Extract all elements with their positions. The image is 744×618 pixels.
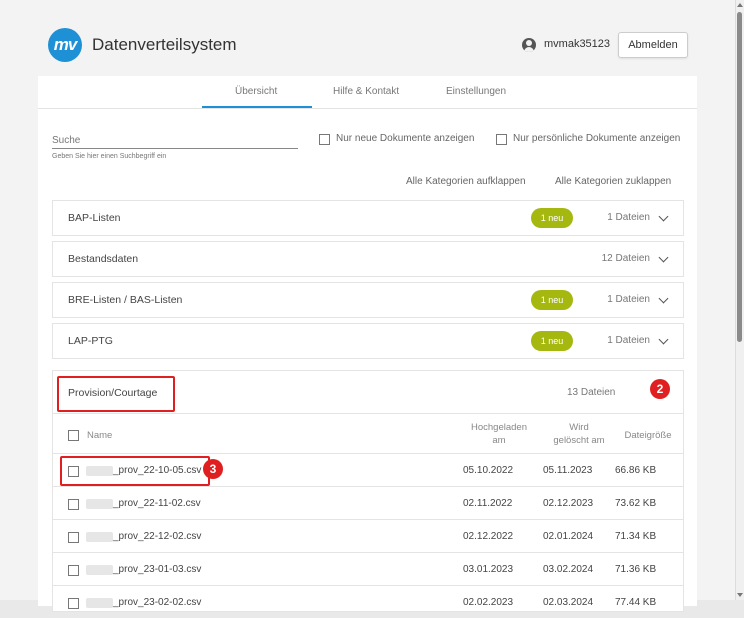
collapse-all-link[interactable]: Alle Kategorien zuklappen xyxy=(555,176,671,187)
scroll-down-arrow-icon[interactable] xyxy=(737,593,743,597)
file-name[interactable]: _prov_22-12-02.csv xyxy=(113,531,201,542)
column-uploaded-line1: Hochgeladen xyxy=(471,422,527,433)
category-label: Provision/Courtage xyxy=(68,387,158,399)
column-deleted-line2: gelöscht am xyxy=(553,435,605,446)
chevron-down-icon[interactable] xyxy=(658,334,669,345)
category-row-bre-bas[interactable]: BRE-Listen / BAS-Listen 1 neu 1 Dateien xyxy=(52,282,684,318)
personal-only-checkbox[interactable] xyxy=(496,134,507,145)
file-name[interactable]: _prov_22-11-02.csv xyxy=(113,498,201,509)
column-size[interactable]: Dateigröße xyxy=(613,429,683,442)
redacted-prefix xyxy=(86,532,113,542)
file-size: 71.36 KB xyxy=(615,564,657,575)
app-title: Datenverteilsystem xyxy=(92,35,237,54)
redacted-prefix xyxy=(86,499,113,509)
new-only-label[interactable]: Nur neue Dokumente anzeigen xyxy=(336,133,474,144)
scrollbar-thumb[interactable] xyxy=(737,12,742,342)
tab-help-contact[interactable]: Hilfe & Kontakt xyxy=(333,86,399,97)
search-hint: Geben Sie hier einen Suchbegriff ein xyxy=(52,153,167,160)
category-row-provision[interactable]: Provision/Courtage 13 Dateien 2 xyxy=(53,371,683,414)
file-count: 1 Dateien xyxy=(607,335,650,346)
table-row[interactable]: _prov_22-12-02.csv 02.12.2022 02.01.2024… xyxy=(53,519,683,552)
column-uploaded[interactable]: Hochgeladen am xyxy=(461,421,537,447)
uploaded-date: 02.11.2022 xyxy=(463,498,513,509)
new-badge: 1 neu xyxy=(531,331,573,351)
tab-bar: Übersicht Hilfe & Kontakt Einstellungen xyxy=(38,76,697,109)
logout-button[interactable]: Abmelden xyxy=(618,32,688,58)
redacted-prefix xyxy=(86,565,113,575)
chevron-down-icon[interactable] xyxy=(658,293,669,304)
table-row[interactable]: _prov_23-01-03.csv 03.01.2023 03.02.2024… xyxy=(53,552,683,585)
file-name[interactable]: _prov_23-02-02.csv xyxy=(113,597,201,608)
deletion-date: 03.02.2024 xyxy=(543,564,594,575)
chevron-down-icon[interactable] xyxy=(658,252,669,263)
new-only-checkbox[interactable] xyxy=(319,134,330,145)
tab-overview[interactable]: Übersicht xyxy=(235,86,277,97)
category-row-bestandsdaten[interactable]: Bestandsdaten 12 Dateien xyxy=(52,241,684,277)
uploaded-date: 05.10.2022 xyxy=(463,465,514,476)
column-uploaded-line2: am xyxy=(492,435,506,446)
file-name[interactable]: _prov_23-01-03.csv xyxy=(113,564,201,575)
chevron-down-icon[interactable] xyxy=(658,211,669,222)
deletion-date: 02.01.2024 xyxy=(543,531,594,542)
table-row[interactable]: _prov_22-11-02.csv 02.11.2022 02.12.2023… xyxy=(53,486,683,519)
main-card: Übersicht Hilfe & Kontakt Einstellungen … xyxy=(38,76,697,612)
uploaded-date: 02.02.2023 xyxy=(463,597,514,608)
file-size: 77.44 KB xyxy=(615,597,657,608)
file-count: 12 Dateien xyxy=(601,253,650,264)
deletion-date: 02.12.2023 xyxy=(543,498,594,509)
column-deleted-line1: Wird xyxy=(569,422,589,433)
file-size: 66.86 KB xyxy=(615,465,657,476)
personal-only-label[interactable]: Nur persönliche Dokumente anzeigen xyxy=(513,133,680,144)
scroll-up-arrow-icon[interactable] xyxy=(737,3,743,7)
category-row-lap-ptg[interactable]: LAP-PTG 1 neu 1 Dateien xyxy=(52,323,684,359)
uploaded-date: 03.01.2023 xyxy=(463,564,514,575)
vertical-scrollbar[interactable] xyxy=(735,0,744,600)
user-icon xyxy=(522,38,536,52)
highlight-box xyxy=(60,456,210,486)
deletion-date: 05.11.2023 xyxy=(543,465,593,476)
mv-logo: mv xyxy=(48,28,82,62)
column-name[interactable]: Name xyxy=(87,429,112,442)
table-row[interactable]: _prov_23-02-02.csv 02.02.2023 02.03.2024… xyxy=(53,585,683,618)
row-checkbox[interactable] xyxy=(68,532,79,543)
deletion-date: 02.03.2024 xyxy=(543,597,594,608)
app-window: mv Datenverteilsystem mvmak35123 Abmelde… xyxy=(0,0,736,612)
category-provision-expanded: Provision/Courtage 13 Dateien 2 Name Hoc… xyxy=(52,370,684,612)
file-count: 1 Dateien xyxy=(607,294,650,305)
username: mvmak35123 xyxy=(544,38,611,50)
category-label: BAP-Listen xyxy=(68,212,121,224)
file-count: 13 Dateien xyxy=(567,387,616,398)
select-all-checkbox[interactable] xyxy=(68,430,79,441)
file-count: 1 Dateien xyxy=(607,212,650,223)
expand-all-link[interactable]: Alle Kategorien aufklappen xyxy=(406,176,526,187)
row-checkbox[interactable] xyxy=(68,565,79,576)
uploaded-date: 02.12.2022 xyxy=(463,531,514,542)
category-label: Bestandsdaten xyxy=(68,253,139,265)
file-size: 73.62 KB xyxy=(615,498,657,509)
search-input[interactable] xyxy=(52,132,298,149)
category-label: BRE-Listen / BAS-Listen xyxy=(68,294,183,306)
new-badge: 1 neu xyxy=(531,290,573,310)
new-badge: 1 neu xyxy=(531,208,573,228)
step-marker-2: 2 xyxy=(650,379,670,399)
tab-settings[interactable]: Einstellungen xyxy=(446,86,506,97)
active-tab-indicator xyxy=(202,106,312,108)
file-size: 71.34 KB xyxy=(615,531,657,542)
category-row-bap[interactable]: BAP-Listen 1 neu 1 Dateien xyxy=(52,200,684,236)
category-label: LAP-PTG xyxy=(68,335,113,347)
column-deleted[interactable]: Wird gelöscht am xyxy=(541,421,617,447)
step-marker-3: 3 xyxy=(203,459,223,479)
row-checkbox[interactable] xyxy=(68,499,79,510)
